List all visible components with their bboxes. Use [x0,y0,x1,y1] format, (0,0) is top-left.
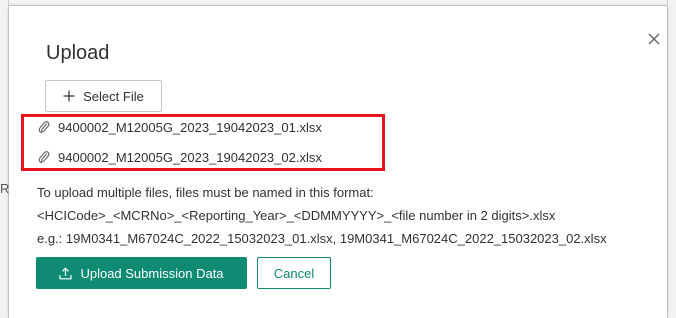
file-name: 9400002_M12005G_2023_19042023_02.xlsx [58,149,322,165]
select-file-label: Select File [83,88,144,104]
backdrop-right-edge [667,0,676,318]
file-item[interactable]: 9400002_M12005G_2023_19042023_01.xlsx [38,118,322,136]
cancel-button[interactable]: Cancel [257,257,331,289]
instruction-example-line: e.g.: 19M0341_M67024C_2022_15032023_01.x… [37,231,607,246]
backdrop-left-edge [0,0,9,318]
file-item[interactable]: 9400002_M12005G_2023_19042023_02.xlsx [38,148,322,166]
dialog-title: Upload [46,42,110,64]
upload-submission-label: Upload Submission Data [80,265,224,281]
paperclip-icon [38,121,50,134]
backdrop-text-fragment: R [0,181,9,196]
upload-submission-button[interactable]: Upload Submission Data [36,257,247,289]
naming-instructions: To upload multiple files, files must be … [37,181,647,250]
instruction-format-line: <HCICode>_<MCRNo>_<Reporting_Year>_<DDMM… [37,208,556,223]
plus-icon [63,90,75,102]
close-icon [648,33,660,45]
close-button[interactable] [645,30,663,48]
instruction-line: To upload multiple files, files must be … [37,185,374,200]
file-name: 9400002_M12005G_2023_19042023_01.xlsx [58,119,322,135]
select-file-button[interactable]: Select File [45,80,162,112]
cancel-label: Cancel [273,265,315,281]
paperclip-icon [38,151,50,164]
upload-icon [59,267,73,279]
